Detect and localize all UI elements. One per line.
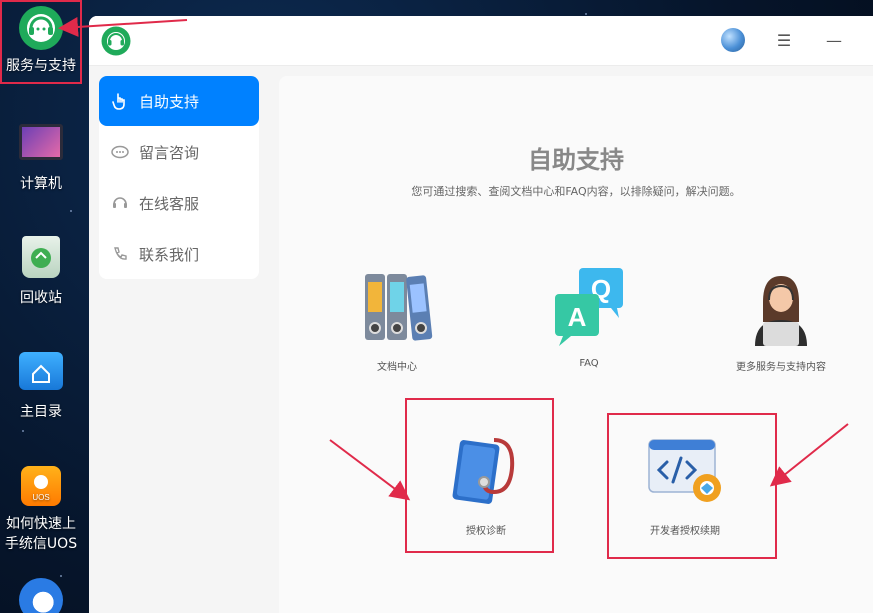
sidebar-item-contact[interactable]: 联系我们 xyxy=(99,229,259,279)
desktop-icon-service-support[interactable]: 服务与支持 xyxy=(0,0,82,84)
sidebar-item-online-service[interactable]: 在线客服 xyxy=(99,178,259,228)
sidebar-item-label: 留言咨询 xyxy=(139,143,200,162)
headset-icon xyxy=(19,6,63,50)
desktop-icon-browser[interactable] xyxy=(0,578,82,613)
sidebar-item-label: 联系我们 xyxy=(139,245,200,264)
sidebar-item-self-support[interactable]: 自助支持 xyxy=(99,76,259,126)
sidebar: 自助支持 留言咨询 在线客服 联系我们 xyxy=(99,76,259,280)
card-more-support[interactable]: 更多服务与支持内容 xyxy=(721,266,841,373)
desktop-icon-label: 服务与支持 xyxy=(6,58,76,74)
desktop-icon-label: 计算机 xyxy=(20,176,62,192)
phone-icon xyxy=(111,245,129,263)
recycle-bin-icon xyxy=(22,236,60,278)
minimize-button[interactable]: — xyxy=(822,30,846,52)
svg-text:UOS: UOS xyxy=(32,493,49,502)
svg-text:A: A xyxy=(568,302,587,332)
binders-icon xyxy=(357,266,437,346)
titlebar: ☰ — xyxy=(89,16,873,66)
bulb-icon: UOS xyxy=(21,466,61,506)
sidebar-item-message[interactable]: 留言咨询 xyxy=(99,127,259,177)
card-doc-center[interactable]: 文档中心 xyxy=(337,266,457,373)
highlight-box-developer-renewal xyxy=(607,413,777,559)
support-agent-icon xyxy=(741,266,821,346)
desktop-icon-quick-start[interactable]: UOS 如何快速上手统信UOS xyxy=(0,466,82,554)
desktop-icon-recycle-bin[interactable]: 回收站 xyxy=(0,236,82,308)
menu-button[interactable]: ☰ xyxy=(772,30,796,52)
page-subtitle: 您可通过搜索、查阅文档中心和FAQ内容，以排除疑问，解决问题。 xyxy=(411,185,741,198)
faq-bubbles-icon: Q A xyxy=(549,266,629,346)
hand-pointer-icon xyxy=(111,92,129,110)
headset-icon xyxy=(111,194,129,212)
main-content: 自助支持 您可通过搜索、查阅文档中心和FAQ内容，以排除疑问，解决问题。 文档中… xyxy=(279,76,873,613)
desktop-icon-label: 回收站 xyxy=(20,290,62,306)
globe-avatar-icon[interactable] xyxy=(721,28,745,52)
browser-icon xyxy=(19,578,63,613)
message-icon xyxy=(111,143,129,161)
highlight-box-license-diagnosis xyxy=(405,398,554,553)
page-title: 自助支持 xyxy=(528,146,624,174)
headset-icon xyxy=(101,26,131,56)
card-label: FAQ xyxy=(579,358,599,369)
desktop-icon-label: 如何快速上手统信UOS xyxy=(4,516,78,552)
card-label: 文档中心 xyxy=(377,362,417,373)
sidebar-item-label: 自助支持 xyxy=(139,92,200,111)
sidebar-item-label: 在线客服 xyxy=(139,194,200,213)
desktop-icon-label: 主目录 xyxy=(20,404,62,420)
desktop-icon-home[interactable]: 主目录 xyxy=(0,352,82,422)
card-faq[interactable]: Q A FAQ xyxy=(529,266,649,369)
home-folder-icon xyxy=(19,352,63,390)
computer-icon xyxy=(19,124,63,160)
desktop-icon-computer[interactable]: 计算机 xyxy=(0,124,82,194)
card-label: 更多服务与支持内容 xyxy=(736,362,826,373)
